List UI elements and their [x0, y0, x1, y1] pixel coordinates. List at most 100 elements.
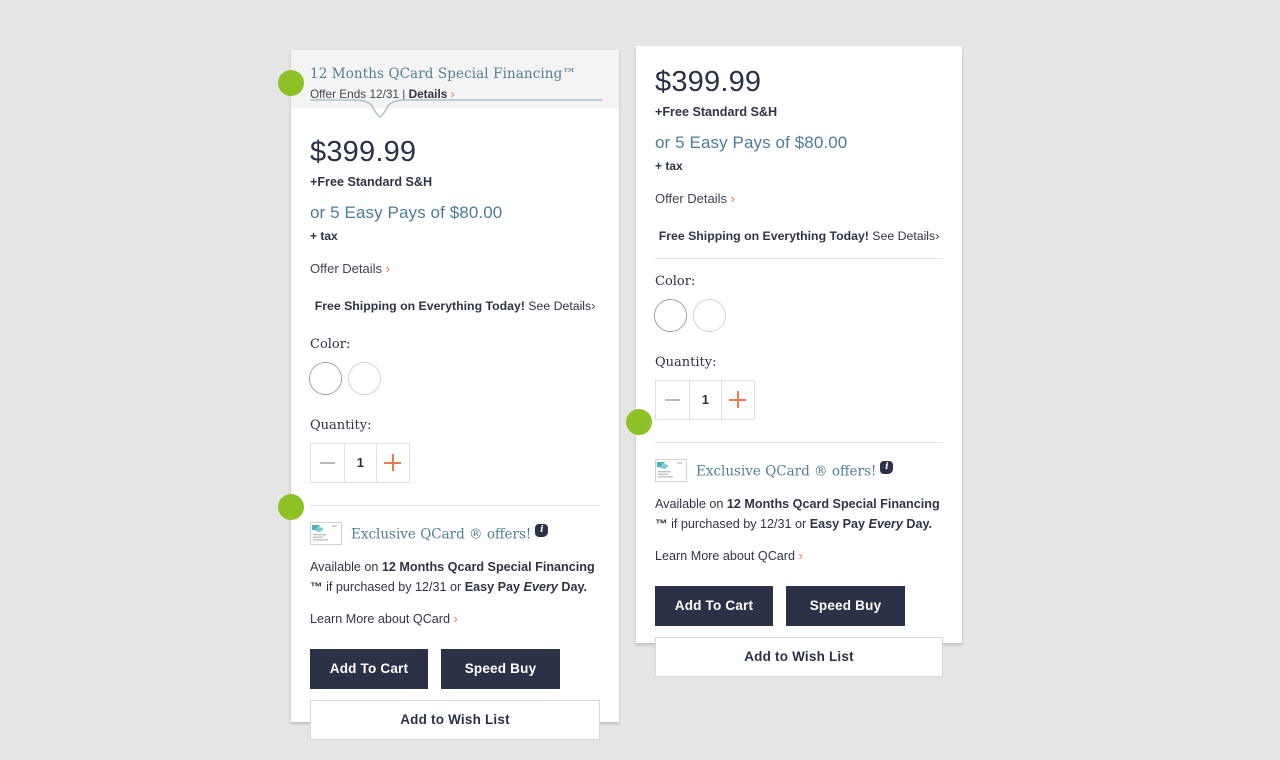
- chevron-right-icon: ›: [450, 86, 455, 101]
- quantity-stepper: 1: [655, 379, 755, 420]
- offer-details-label: Offer Details: [655, 190, 728, 206]
- qcard-learn-more-label: Learn More about QCard: [655, 549, 796, 564]
- section-divider: [310, 504, 600, 506]
- quantity-section-right: Quantity: 1: [636, 331, 962, 420]
- add-to-wish-list-button[interactable]: Add to Wish List: [310, 699, 600, 740]
- info-icon[interactable]: i: [880, 460, 894, 474]
- qcard-learn-more-link[interactable]: Learn More about QCard ›: [655, 550, 943, 563]
- color-swatch-white-gray[interactable]: [694, 299, 725, 331]
- offer-details-link[interactable]: Offer Details ›: [310, 262, 600, 275]
- see-details-link[interactable]: See Details: [869, 229, 935, 243]
- shipping-note: +Free Standard S&H: [655, 105, 778, 119]
- color-swatch-gray-magenta[interactable]: [310, 362, 341, 394]
- plus-icon: [729, 391, 747, 409]
- quantity-increase-button[interactable]: [375, 442, 410, 483]
- section-divider: [655, 257, 943, 259]
- qcard-offers-header: Exclusive QCard ® offers! i: [655, 458, 943, 482]
- product-price: $399.99: [310, 136, 417, 168]
- chevron-right-icon: ›: [591, 298, 596, 313]
- quantity-label: Quantity:: [655, 354, 717, 370]
- price-block-right: $399.99 +Free Standard S&H or 5 Easy Pay…: [636, 46, 962, 242]
- qcard-offers-body: Available on 12 Months Qcard Special Fin…: [310, 558, 600, 597]
- chevron-right-icon: ›: [453, 612, 458, 627]
- quantity-value[interactable]: 1: [689, 379, 721, 420]
- financing-banner-subtitle: Offer Ends 12/31 | Details ›: [310, 86, 600, 101]
- screenshot-stage: 12 Months QCard Special Financing™ Offer…: [0, 0, 1280, 760]
- minus-icon: [320, 461, 336, 464]
- speed-buy-button[interactable]: Speed Buy: [786, 585, 905, 626]
- qcard-offers-marker-left: [278, 494, 304, 520]
- quantity-stepper: 1: [310, 442, 410, 483]
- financing-banner-marker: [278, 70, 304, 96]
- chevron-right-icon: ›: [935, 228, 940, 243]
- qcard-body-day: Day.: [557, 579, 588, 594]
- qcard-offers-title[interactable]: Exclusive QCard ® offers!: [351, 526, 531, 542]
- quantity-increase-button[interactable]: [720, 379, 755, 420]
- qcard-body-prefix: Available on: [310, 559, 382, 574]
- financing-banner[interactable]: 12 Months QCard Special Financing™ Offer…: [291, 50, 619, 118]
- product-buybox-panel-without-financing: $399.99 +Free Standard S&H or 5 Easy Pay…: [636, 46, 962, 677]
- color-section-right: Color:: [636, 242, 962, 331]
- add-to-wish-list-button[interactable]: Add to Wish List: [655, 636, 943, 677]
- plus-icon: [384, 454, 402, 472]
- qcard-offers-header: Exclusive QCard ® offers! i: [310, 521, 600, 545]
- product-price: $399.99: [655, 66, 762, 98]
- speed-buy-button[interactable]: Speed Buy: [441, 648, 560, 689]
- section-divider: [655, 441, 943, 443]
- financing-details-link[interactable]: Details: [409, 87, 448, 101]
- color-swatch-group: [310, 362, 600, 394]
- easy-pay-text[interactable]: or 5 Easy Pays of $80.00: [655, 134, 943, 151]
- qcard-offers-title[interactable]: Exclusive QCard ® offers!: [696, 463, 876, 479]
- free-shipping-headline: Free Shipping on Everything Today!: [314, 298, 525, 313]
- color-label: Color:: [310, 336, 351, 352]
- qcard-body-prefix: Available on: [655, 496, 727, 511]
- qcard-credit-card-icon: [655, 458, 687, 482]
- quantity-section-left: Quantity: 1: [291, 394, 619, 483]
- qcard-offers-title-wrap: Exclusive QCard ® offers! i: [696, 460, 894, 480]
- quantity-decrease-button[interactable]: [310, 442, 345, 483]
- primary-button-row: Add To Cart Speed Buy: [310, 648, 600, 689]
- easy-pay-text[interactable]: or 5 Easy Pays of $80.00: [310, 204, 600, 221]
- tax-note: + tax: [655, 158, 683, 173]
- qcard-offers-title-wrap: Exclusive QCard ® offers! i: [351, 523, 549, 543]
- qcard-body-middle: if purchased by 12/31 or: [667, 516, 810, 531]
- qcard-body-easypay: Easy Pay: [809, 516, 869, 531]
- chevron-right-icon: ›: [385, 260, 390, 276]
- qcard-body-day: Day.: [902, 516, 933, 531]
- price-block-left: $399.99 +Free Standard S&H or 5 Easy Pay…: [291, 108, 619, 312]
- qcard-offers-body: Available on 12 Months Qcard Special Fin…: [655, 495, 943, 534]
- qcard-credit-card-icon: [310, 521, 342, 545]
- offer-details-label: Offer Details: [310, 260, 383, 276]
- color-swatch-group: [655, 299, 943, 331]
- tax-note: + tax: [310, 228, 338, 243]
- qcard-offers-marker-right: [626, 409, 652, 435]
- quantity-value[interactable]: 1: [344, 442, 376, 483]
- color-label: Color:: [655, 273, 696, 289]
- offer-ends-text: Offer Ends 12/31 |: [310, 86, 409, 101]
- color-section-left: Color:: [291, 312, 619, 394]
- quantity-decrease-button[interactable]: [655, 379, 690, 420]
- add-to-cart-button[interactable]: Add To Cart: [655, 585, 773, 626]
- add-to-cart-button[interactable]: Add To Cart: [310, 648, 428, 689]
- qcard-body-every: Every: [523, 579, 558, 594]
- qcard-body-easypay: Easy Pay: [464, 579, 524, 594]
- shipping-note: +Free Standard S&H: [310, 175, 433, 189]
- free-shipping-promo[interactable]: Free Shipping on Everything Today! See D…: [310, 298, 600, 313]
- qcard-body-middle: if purchased by 12/31 or: [322, 579, 465, 594]
- see-details-link[interactable]: See Details: [525, 299, 591, 313]
- primary-button-row: Add To Cart Speed Buy: [655, 585, 943, 626]
- qcard-offers-section-left: Exclusive QCard ® offers! i Available on …: [291, 483, 619, 626]
- chevron-right-icon: ›: [730, 190, 735, 206]
- free-shipping-promo[interactable]: Free Shipping on Everything Today! See D…: [655, 228, 943, 243]
- offer-details-link[interactable]: Offer Details ›: [655, 192, 943, 205]
- minus-icon: [665, 398, 681, 401]
- product-buybox-panel-with-financing: 12 Months QCard Special Financing™ Offer…: [291, 50, 619, 740]
- color-swatch-gray-magenta[interactable]: [655, 299, 686, 331]
- financing-banner-title: 12 Months QCard Special Financing™: [310, 66, 576, 82]
- qcard-learn-more-link[interactable]: Learn More about QCard ›: [310, 613, 600, 626]
- info-icon[interactable]: i: [535, 523, 549, 537]
- quantity-label: Quantity:: [310, 417, 372, 433]
- free-shipping-headline: Free Shipping on Everything Today!: [658, 228, 869, 243]
- action-buttons-right: Add To Cart Speed Buy Add to Wish List: [636, 563, 962, 677]
- color-swatch-white-gray[interactable]: [349, 362, 380, 394]
